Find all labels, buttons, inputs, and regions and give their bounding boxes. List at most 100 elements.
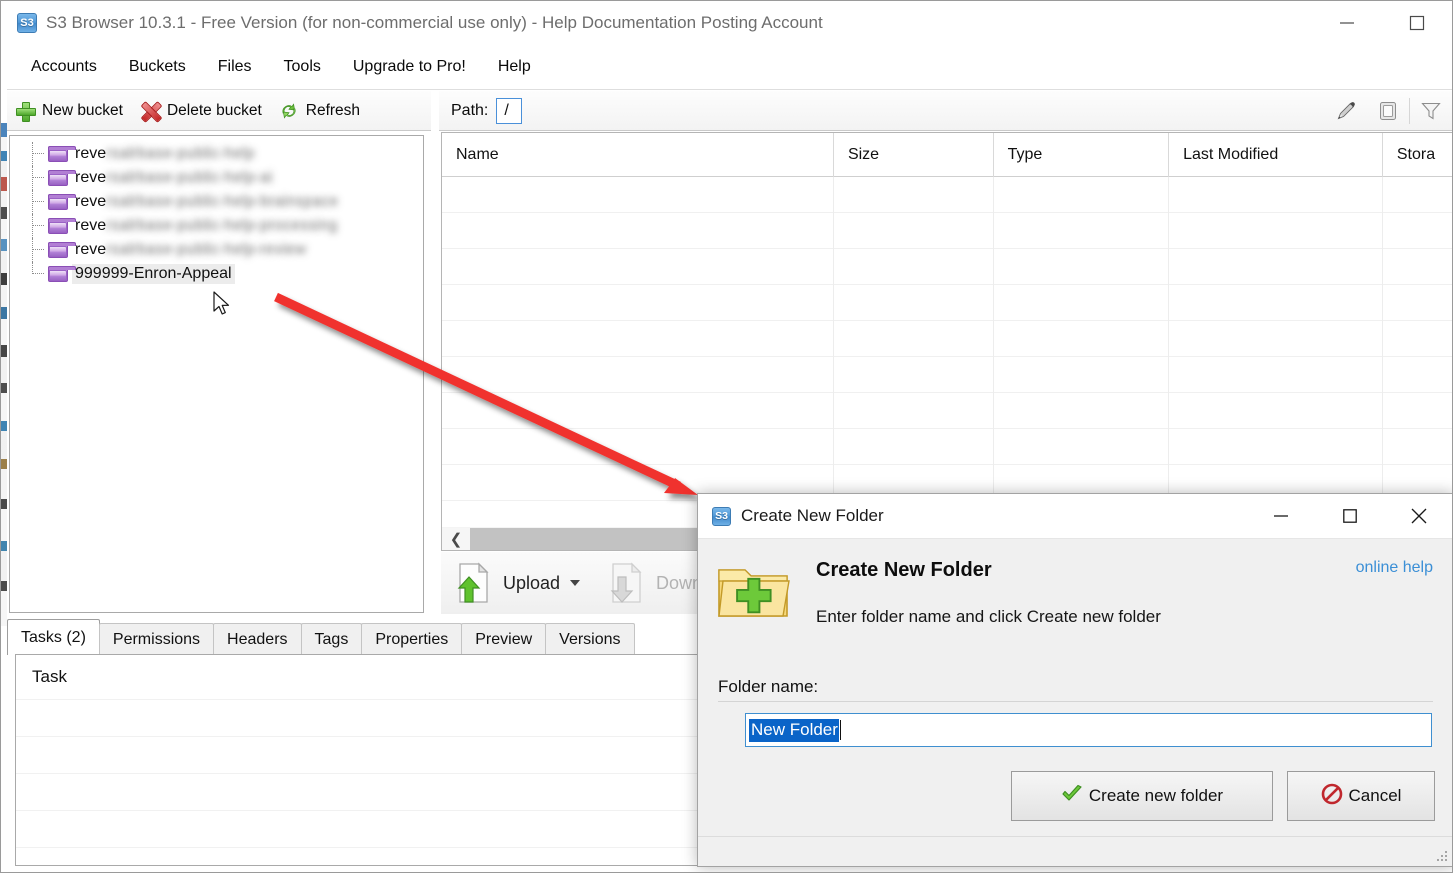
table-row[interactable] bbox=[442, 285, 1452, 321]
menu-upgrade-to-pro[interactable]: Upgrade to Pro! bbox=[339, 52, 480, 82]
column-header-size[interactable]: Size bbox=[834, 133, 994, 177]
tasks-panel[interactable]: Task bbox=[15, 654, 715, 866]
tree-item-label: reversalrbase-public-help-review bbox=[75, 241, 307, 258]
table-row[interactable] bbox=[16, 810, 714, 847]
folder-icon bbox=[48, 218, 76, 234]
table-row[interactable] bbox=[442, 321, 1452, 357]
red-x-icon bbox=[140, 101, 160, 121]
tree-item[interactable]: reversalrbase-public-help-brainspace bbox=[10, 190, 423, 214]
green-check-icon bbox=[1061, 783, 1083, 810]
dialog-minimize-icon[interactable] bbox=[1246, 494, 1315, 539]
new-bucket-label: New bucket bbox=[42, 101, 123, 119]
folder-name-value: New Folder bbox=[749, 718, 839, 742]
folder-icon bbox=[48, 266, 76, 282]
refresh-label: Refresh bbox=[305, 101, 361, 119]
new-bucket-button[interactable]: New bucket bbox=[7, 93, 132, 129]
copy-icon[interactable] bbox=[1367, 91, 1409, 131]
table-row[interactable] bbox=[442, 177, 1452, 213]
folder-icon bbox=[48, 242, 76, 258]
table-row[interactable] bbox=[16, 699, 714, 736]
pencil-icon[interactable] bbox=[1325, 91, 1367, 131]
file-list[interactable]: Name Size Type Last Modified Stora bbox=[441, 132, 1452, 527]
tab-headers[interactable]: Headers bbox=[213, 623, 302, 655]
chevron-down-icon[interactable] bbox=[570, 580, 581, 586]
path-bar-actions bbox=[1325, 91, 1452, 131]
redacted-text: rsalrbase-public-help-processing bbox=[106, 217, 338, 234]
menu-bar: Accounts Buckets Files Tools Upgrade to … bbox=[7, 44, 1452, 90]
table-row[interactable] bbox=[442, 357, 1452, 393]
tree-line-dash bbox=[32, 225, 44, 226]
tree-item-selected[interactable]: 999999-Enron-Appeal bbox=[10, 262, 423, 286]
menu-tools[interactable]: Tools bbox=[270, 52, 335, 82]
cancel-button[interactable]: Cancel bbox=[1287, 771, 1435, 821]
redacted-text: rsalrbase-public-help-ai bbox=[106, 169, 273, 186]
background-window-sliver bbox=[1, 1, 7, 872]
column-header-task[interactable]: Task bbox=[16, 655, 714, 699]
table-row[interactable] bbox=[16, 773, 714, 810]
tree-item-label: reversalrbase-public-help bbox=[75, 145, 255, 162]
table-row[interactable] bbox=[16, 847, 714, 865]
create-new-folder-dialog: S3 Create New Folder Create New Folder E… bbox=[697, 493, 1452, 867]
folder-name-input[interactable]: New Folder bbox=[745, 713, 1432, 747]
online-help-link[interactable]: online help bbox=[1356, 559, 1433, 577]
dialog-s3-icon: S3 bbox=[712, 506, 731, 526]
tree-item[interactable]: reversalrbase-public-help bbox=[10, 142, 423, 166]
menu-buckets[interactable]: Buckets bbox=[115, 52, 200, 82]
path-input[interactable]: / bbox=[496, 97, 523, 124]
divider bbox=[718, 701, 1433, 702]
column-header-storage[interactable]: Stora bbox=[1383, 133, 1452, 177]
tree-line bbox=[32, 166, 33, 190]
delete-bucket-button[interactable]: Delete bucket bbox=[132, 93, 271, 129]
tree-item[interactable]: reversalrbase-public-help-processing bbox=[10, 214, 423, 238]
upload-icon bbox=[455, 561, 493, 605]
tab-tags[interactable]: Tags bbox=[300, 623, 363, 655]
upload-label: Upload bbox=[503, 572, 561, 593]
tab-properties[interactable]: Properties bbox=[361, 623, 463, 655]
maximize-icon[interactable] bbox=[1382, 1, 1452, 44]
column-header-name[interactable]: Name bbox=[442, 133, 834, 177]
dialog-maximize-icon[interactable] bbox=[1315, 494, 1384, 539]
dialog-header: Create New Folder Enter folder name and … bbox=[698, 539, 1452, 702]
bottom-tab-bar: Tasks (2) Permissions Headers Tags Prope… bbox=[7, 619, 721, 655]
redacted-text: rsalrbase-public-help-brainspace bbox=[106, 193, 339, 210]
tree-item[interactable]: reversalrbase-public-help-ai bbox=[10, 166, 423, 190]
dialog-heading: Create New Folder bbox=[816, 559, 992, 581]
resize-grip[interactable] bbox=[1435, 849, 1447, 861]
upload-button[interactable]: Upload bbox=[441, 555, 594, 611]
path-label: Path: bbox=[451, 101, 489, 119]
table-row[interactable] bbox=[442, 249, 1452, 285]
dialog-close-icon[interactable] bbox=[1384, 494, 1452, 539]
folder-icon bbox=[48, 194, 76, 210]
column-header-last-modified[interactable]: Last Modified bbox=[1169, 133, 1383, 177]
app-window: S3 S3 Browser 10.3.1 - Free Version (for… bbox=[0, 0, 1453, 873]
mouse-cursor bbox=[213, 291, 233, 319]
tab-preview[interactable]: Preview bbox=[461, 623, 547, 655]
path-bar: Path: / bbox=[439, 91, 1452, 131]
bucket-tree-panel[interactable]: reversalrbase-public-help reversalrbase-… bbox=[9, 135, 424, 613]
tab-permissions[interactable]: Permissions bbox=[98, 623, 215, 655]
column-header-type[interactable]: Type bbox=[994, 133, 1170, 177]
s3-app-icon: S3 bbox=[17, 12, 37, 33]
bucket-toolbar: New bucket Delete bucket Refresh bbox=[7, 91, 431, 131]
tab-tasks[interactable]: Tasks (2) bbox=[7, 619, 100, 655]
menu-files[interactable]: Files bbox=[204, 52, 266, 82]
filter-icon[interactable] bbox=[1410, 91, 1452, 131]
create-new-folder-button[interactable]: Create new folder bbox=[1011, 771, 1273, 821]
minimize-icon[interactable] bbox=[1312, 1, 1382, 44]
tree-item-label: reversalrbase-public-help-brainspace bbox=[75, 193, 339, 210]
plus-icon bbox=[15, 101, 36, 122]
refresh-button[interactable]: Refresh bbox=[271, 93, 369, 129]
redacted-text: rsalrbase-public-help bbox=[106, 145, 255, 162]
menu-accounts[interactable]: Accounts bbox=[17, 52, 111, 82]
cancel-label: Cancel bbox=[1348, 786, 1402, 805]
tab-versions[interactable]: Versions bbox=[545, 623, 635, 655]
tree-item[interactable]: reversalrbase-public-help-review bbox=[10, 238, 423, 262]
table-row[interactable] bbox=[442, 393, 1452, 429]
menu-help[interactable]: Help bbox=[484, 52, 545, 82]
scroll-left-icon[interactable]: ❮ bbox=[442, 527, 470, 550]
folder-icon bbox=[48, 170, 76, 186]
table-row[interactable] bbox=[442, 429, 1452, 465]
divider bbox=[698, 836, 1452, 837]
table-row[interactable] bbox=[16, 736, 714, 773]
table-row[interactable] bbox=[442, 213, 1452, 249]
